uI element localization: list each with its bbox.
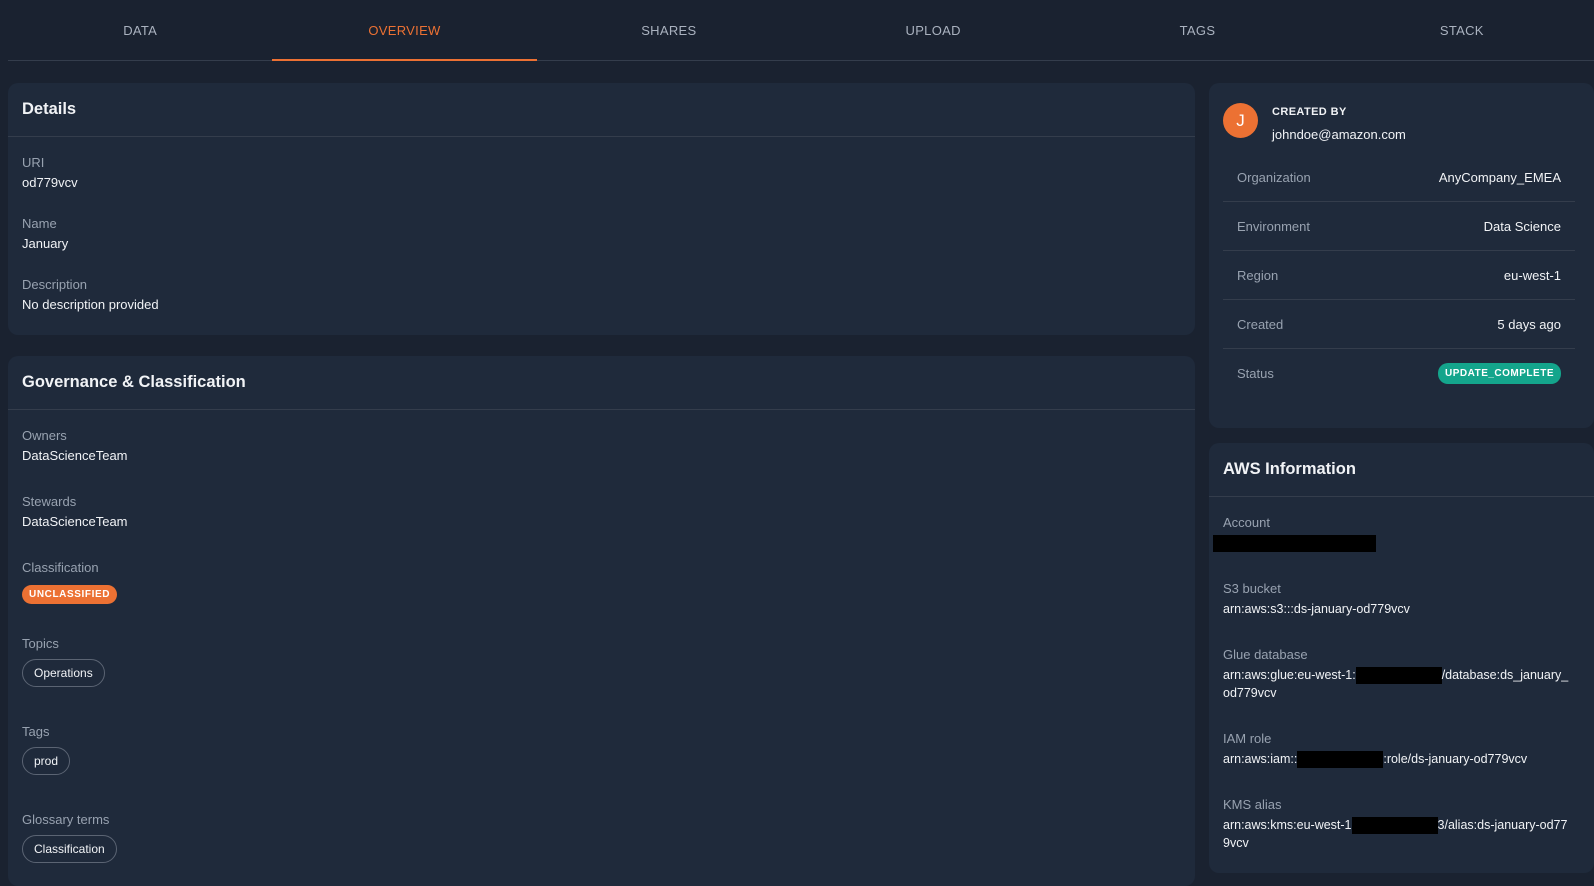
aws-title: AWS Information (1209, 443, 1594, 497)
glue-value: arn:aws:glue:eu-west-1:/database:ds_janu… (1223, 666, 1573, 702)
s3-value: arn:aws:s3:::ds-january-od779vcv (1223, 602, 1410, 616)
s3-label: S3 bucket (1223, 581, 1281, 596)
region-row: Region eu-west-1 (1223, 251, 1575, 300)
iam-field: IAM role arn:aws:iam:::role/ds-january-o… (1223, 731, 1573, 769)
kms-prefix: arn:aws:kms:eu-west-1 (1223, 818, 1352, 832)
environment-value: Data Science (1483, 218, 1561, 234)
glossary-field: Glossary terms Classification (22, 812, 117, 863)
glue-field: Glue database arn:aws:glue:eu-west-1:/da… (1223, 647, 1573, 702)
uri-label: URI (22, 155, 45, 170)
region-value: eu-west-1 (1503, 267, 1561, 283)
iam-suffix: :role/ds-january-od779vcv (1383, 752, 1528, 766)
classification-label: Classification (22, 560, 99, 575)
redacted-account (1297, 751, 1384, 769)
redacted-account (1355, 667, 1442, 685)
governance-title: Governance & Classification (8, 356, 1195, 410)
tag-chip[interactable]: prod (22, 747, 71, 775)
stewards-label: Stewards (22, 494, 77, 509)
topic-chip[interactable]: Operations (22, 659, 105, 687)
tab-stack[interactable]: STACK (1330, 0, 1594, 60)
glue-prefix: arn:aws:glue:eu-west-1: (1223, 668, 1356, 682)
tab-shares[interactable]: SHARES (537, 0, 801, 60)
name-field: Name January (22, 216, 68, 253)
status-badge: UPDATE_COMPLETE (1438, 363, 1561, 384)
creator-block: J CREATED BY johndoe@amazon.com (1223, 103, 1406, 142)
uri-value: od779vcv (22, 175, 78, 190)
classification-badge: UNCLASSIFIED (22, 585, 118, 604)
created-row: Created 5 days ago (1223, 300, 1575, 349)
created-value: 5 days ago (1497, 316, 1561, 332)
tab-data[interactable]: DATA (8, 0, 272, 60)
name-value: January (22, 236, 69, 251)
description-label: Description (22, 277, 88, 292)
environment-label: Environment (1237, 218, 1310, 234)
tab-upload[interactable]: UPLOAD (801, 0, 1065, 60)
environment-row: Environment Data Science (1223, 202, 1575, 251)
owners-value: DataScienceTeam (22, 448, 128, 463)
tab-overview[interactable]: OVERVIEW (272, 0, 537, 61)
organization-label: Organization (1237, 169, 1311, 185)
description-value: No description provided (22, 297, 159, 312)
status-label: Status (1237, 366, 1274, 381)
owners-field: Owners DataScienceTeam (22, 428, 128, 465)
tab-tags[interactable]: TAGS (1065, 0, 1329, 60)
glossary-label: Glossary terms (22, 812, 110, 827)
status-row: Status UPDATE_COMPLETE (1223, 349, 1575, 398)
redacted-account (1213, 535, 1376, 553)
iam-prefix: arn:aws:iam:: (1223, 752, 1298, 766)
account-field: Account (1213, 515, 1573, 553)
aws-card: AWS Information Account S3 bucket arn:aw… (1209, 443, 1594, 873)
glossary-chip[interactable]: Classification (22, 835, 117, 863)
details-card: Details URI od779vcv Name January Descri… (8, 83, 1195, 335)
kms-label: KMS alias (1223, 797, 1282, 812)
tags-label: Tags (22, 724, 50, 739)
created-by-label: CREATED BY (1272, 106, 1347, 118)
details-title: Details (8, 83, 1195, 137)
topics-field: Topics Operations (22, 636, 105, 687)
creator-card: J CREATED BY johndoe@amazon.com Organiza… (1209, 83, 1594, 428)
avatar: J (1223, 103, 1258, 138)
creator-email: johndoe@amazon.com (1272, 127, 1406, 142)
topics-label: Topics (22, 636, 59, 651)
tab-bar: DATA OVERVIEW SHARES UPLOAD TAGS STACK (8, 0, 1594, 61)
governance-card: Governance & Classification Owners DataS… (8, 356, 1195, 886)
redacted-account (1351, 817, 1438, 835)
classification-field: Classification UNCLASSIFIED (22, 560, 118, 604)
account-label: Account (1223, 515, 1270, 530)
owners-label: Owners (22, 428, 67, 443)
organization-row: Organization AnyCompany_EMEA (1223, 153, 1575, 202)
glue-label: Glue database (1223, 647, 1308, 662)
kms-field: KMS alias arn:aws:kms:eu-west-1 3/alias:d… (1223, 797, 1573, 852)
created-label: Created (1237, 316, 1284, 332)
description-field: Description No description provided (22, 277, 159, 314)
iam-value: arn:aws:iam:::role/ds-january-od779vcv (1223, 750, 1573, 769)
organization-value: AnyCompany_EMEA (1438, 169, 1561, 185)
name-label: Name (22, 216, 57, 231)
iam-label: IAM role (1223, 731, 1272, 746)
stewards-value: DataScienceTeam (22, 514, 128, 529)
tags-field: Tags prod (22, 724, 71, 775)
uri-field: URI od779vcv (22, 155, 78, 192)
stewards-field: Stewards DataScienceTeam (22, 494, 128, 531)
s3-field: S3 bucket arn:aws:s3:::ds-january-od779v… (1223, 581, 1573, 618)
kms-value: arn:aws:kms:eu-west-1 3/alias:ds-january-… (1223, 816, 1573, 852)
region-label: Region (1237, 267, 1279, 283)
